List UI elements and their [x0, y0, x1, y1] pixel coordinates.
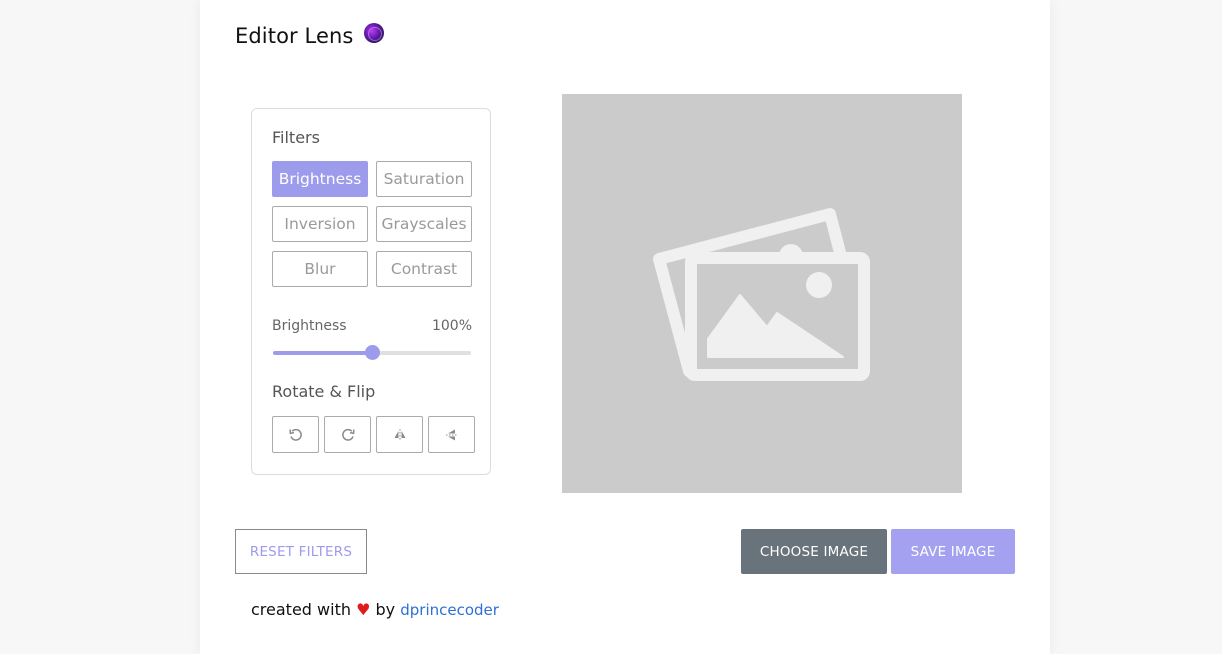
save-image-button[interactable]: SAVE IMAGE: [891, 529, 1015, 574]
image-placeholder-icon: [653, 208, 870, 381]
choose-image-button[interactable]: CHOOSE IMAGE: [741, 529, 887, 574]
rotate-right-button[interactable]: [324, 416, 371, 453]
footer-credit: created with ♥ by dprincecoder: [251, 600, 499, 619]
editor-card: Editor Lens Filters Brightness Saturatio…: [200, 0, 1050, 654]
flip-vertical-icon: [445, 429, 458, 440]
brightness-slider[interactable]: [273, 345, 471, 360]
rotate-right-icon: [341, 428, 355, 441]
author-link[interactable]: dprincecoder: [400, 601, 499, 619]
rotate-flip-label: Rotate & Flip: [272, 382, 376, 401]
slider-name: Brightness: [272, 318, 347, 334]
flip-horizontal-icon: [394, 428, 405, 441]
controls-panel: Filters Brightness Saturation Inversion …: [251, 108, 491, 475]
slider-info: Brightness 100%: [272, 318, 472, 334]
flip-horizontal-button[interactable]: [376, 416, 423, 453]
header: Editor Lens: [235, 23, 385, 48]
heart-icon: ♥: [356, 600, 371, 619]
filter-grayscale-button[interactable]: Grayscales: [376, 206, 472, 242]
filters-label: Filters: [272, 128, 320, 147]
rotate-left-button[interactable]: [272, 416, 319, 453]
slider-value: 100%: [431, 318, 472, 334]
slider-fill: [273, 351, 372, 355]
footer-by: by: [375, 600, 396, 619]
app-title: Editor Lens: [235, 24, 354, 48]
globe-logo-icon: [364, 23, 385, 43]
filter-brightness-button[interactable]: Brightness: [272, 161, 368, 197]
filter-saturation-button[interactable]: Saturation: [376, 161, 472, 197]
rotate-buttons: [272, 416, 475, 453]
rotate-left-icon: [288, 428, 302, 441]
image-preview: [562, 94, 962, 493]
filter-buttons: Brightness Saturation Inversion Grayscal…: [272, 161, 472, 287]
reset-filters-button[interactable]: RESET FILTERS: [235, 529, 367, 574]
footer-prefix: created with: [251, 600, 351, 619]
slider-thumb[interactable]: [365, 345, 380, 360]
filter-blur-button[interactable]: Blur: [272, 251, 368, 287]
filter-inversion-button[interactable]: Inversion: [272, 206, 368, 242]
flip-vertical-button[interactable]: [428, 416, 475, 453]
filter-contrast-button[interactable]: Contrast: [376, 251, 472, 287]
